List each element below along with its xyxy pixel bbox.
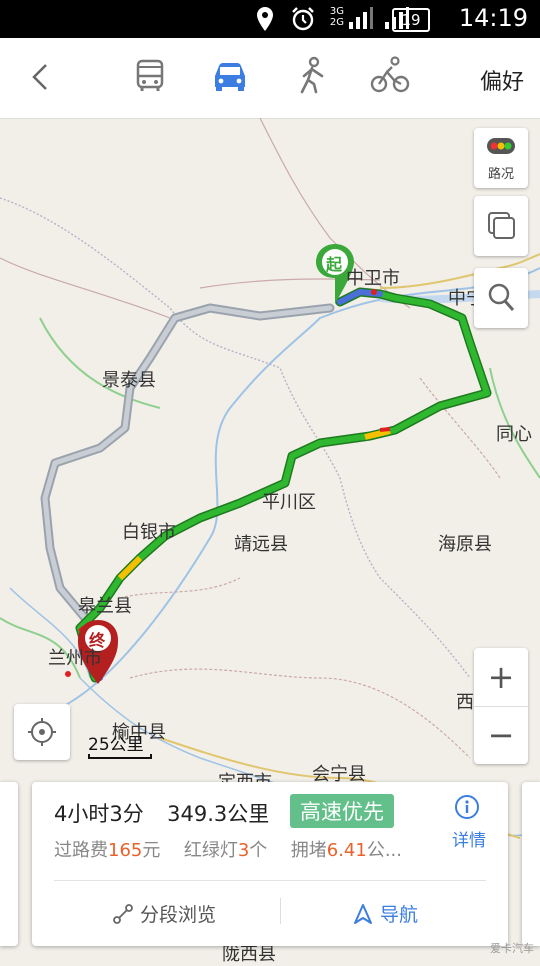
layers-icon [488,212,515,239]
network-type: 3G 2G [329,6,344,28]
start-marker-label: 起 [326,255,343,274]
map-label-baiyin: 白银市 [122,522,176,543]
segment-icon [113,904,133,924]
signal-icon-1 [349,7,373,29]
card-divider [54,880,486,881]
scale-bar [88,754,152,759]
search-icon [488,283,515,311]
zoom-control: + − [474,648,528,764]
map-label-gaolan: 皋兰县 [78,596,132,617]
preference-button[interactable]: 偏好 [480,64,524,96]
scale-label: 25公里 [88,735,144,755]
map-label-tongxin: 同心 [496,424,532,445]
map-label-jingyuan: 靖远县 [234,534,288,555]
toll-value: 165 [108,840,143,861]
route-distance: 349.3公里 [167,802,270,826]
segment-browse-button[interactable]: 分段浏览 [112,900,216,927]
map-label-lanzhou: 兰州市 [48,648,102,669]
route-duration: 4小时3分 [54,802,144,826]
map-label-zhongwei: 中卫市 [346,268,400,289]
zoom-out-button[interactable]: − [474,706,528,764]
route-summary-line: 4小时3分 349.3公里 [54,798,269,828]
bus-mode-icon[interactable] [130,56,170,96]
locate-button[interactable] [14,704,70,760]
button-divider [280,898,281,924]
crosshair-icon [28,718,56,746]
map-label-jingtai: 景泰县 [102,370,156,391]
alarm-icon [292,7,314,31]
route-stats-line: 过路费165元 红绿灯3个 拥堵6.41公... [54,840,402,861]
prev-route-card[interactable] [0,782,18,946]
navigate-button[interactable]: 导航 [352,900,418,927]
status-bar: 3G 2G 19 14:19 [0,0,540,38]
battery-indicator: 19 [392,8,430,32]
map-label-haiyuan: 海原县 [438,534,492,555]
map-label-pingchuan: 平川区 [262,492,316,513]
location-icon [257,7,273,31]
traffic-toggle-button[interactable]: 路况 [474,128,528,188]
map-label-xiji: 西 [456,692,474,713]
traffic-light-icon [487,138,515,154]
zoom-in-button[interactable]: + [474,648,528,707]
route-summary-card[interactable]: 4小时3分 349.3公里 高速优先 详情 过路费165元 红绿灯3个 拥堵6.… [32,782,508,946]
next-route-card[interactable] [522,782,540,946]
back-arrow-icon[interactable] [26,62,56,92]
search-nearby-button[interactable] [474,268,528,328]
car-mode-icon[interactable] [210,56,250,96]
lights-value: 3 [237,840,250,861]
detail-button[interactable]: 详情 [452,826,486,851]
jam-value: 6.41 [326,840,367,861]
info-icon[interactable] [454,794,480,820]
bike-mode-icon[interactable] [370,56,410,96]
navigate-arrow-icon [354,904,372,924]
walk-mode-icon[interactable] [292,56,332,96]
status-time: 14:19 [458,4,528,32]
traffic-label: 路况 [487,167,514,182]
watermark: 爱卡汽车 [490,942,534,955]
route-tag: 高速优先 [290,794,394,828]
route-mode-toolbar: 偏好 [0,38,540,119]
layers-button[interactable] [474,196,528,256]
